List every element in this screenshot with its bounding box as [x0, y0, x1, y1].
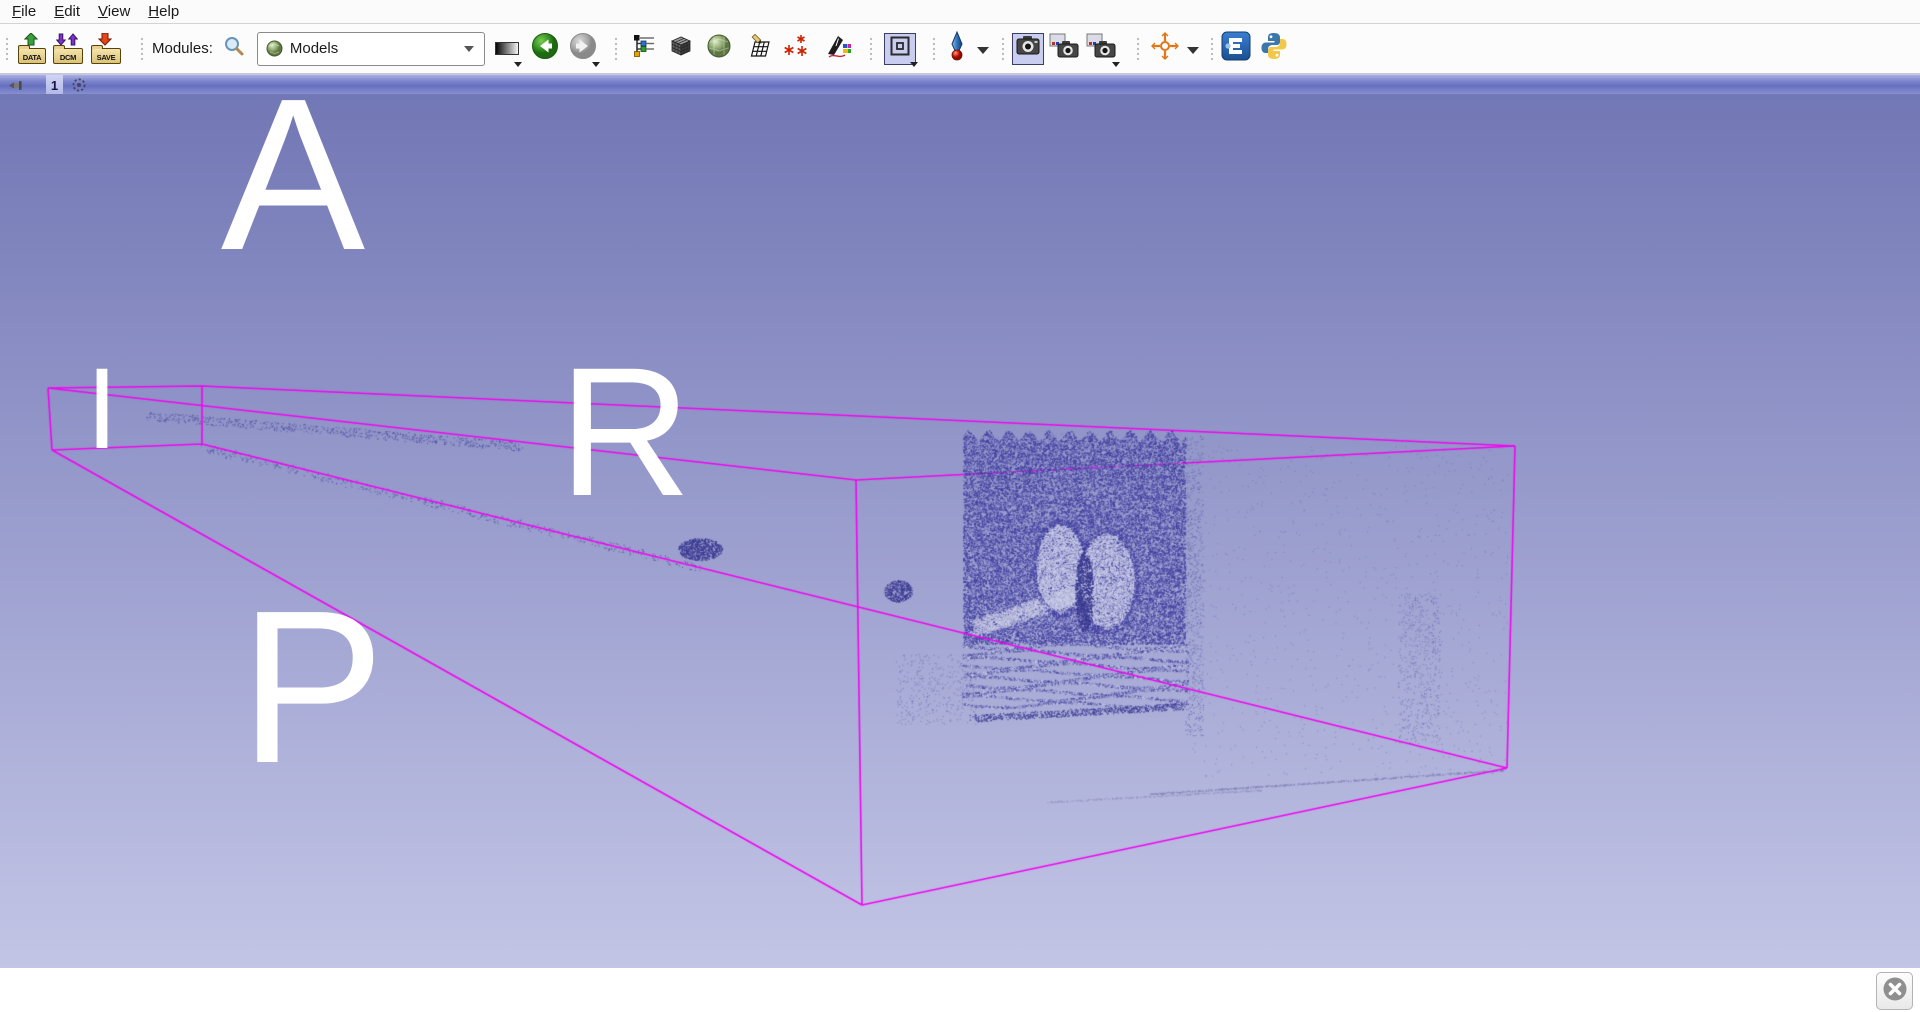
3d-viewport[interactable]: AIRP — [0, 94, 1920, 968]
module-selector-value: Models — [290, 40, 338, 57]
module-search-button[interactable] — [222, 31, 246, 67]
mouse-interaction-mode-button[interactable] — [943, 31, 971, 67]
load-data-button[interactable]: DATA — [16, 33, 46, 65]
menu-help[interactable]: Help — [139, 0, 188, 23]
pin-icon[interactable] — [8, 78, 24, 92]
pen-icon — [825, 33, 851, 64]
crosshair-button[interactable] — [1149, 31, 1181, 67]
status-bar — [0, 968, 1920, 1012]
save-label: SAVE — [92, 53, 120, 62]
upload-arrow-icon — [16, 33, 46, 46]
chevron-down-icon — [910, 62, 918, 67]
dicom-button[interactable]: DCM — [51, 33, 83, 65]
module-history-button[interactable] — [494, 31, 520, 67]
scene-view-camera-icon — [1086, 33, 1116, 64]
toolbar-drag-handle[interactable] — [140, 35, 144, 63]
toolbar-drag-handle[interactable] — [1136, 35, 1140, 63]
markups-button[interactable] — [781, 31, 811, 67]
module-hierarchy-button[interactable] — [629, 31, 659, 67]
back-arrow-icon — [531, 32, 559, 65]
annotations-button[interactable] — [823, 31, 853, 67]
extensions-icon — [1221, 31, 1251, 66]
history-gradient-icon — [495, 42, 519, 55]
scene-view-save-button[interactable] — [1048, 31, 1080, 67]
python-console-button[interactable] — [1258, 31, 1290, 67]
toolbar-drag-handle[interactable] — [614, 35, 618, 63]
menu-file[interactable]: File — [3, 0, 45, 23]
scene-view-restore-button[interactable] — [1084, 31, 1118, 67]
main-toolbar: DATA DCM SAVE Modules: — [0, 24, 1920, 74]
crosshair-icon — [1150, 31, 1180, 66]
load-data-label: DATA — [19, 53, 45, 62]
application-window: File Edit View Help DATA DCM — [0, 0, 1920, 1012]
toolbar-drag-handle[interactable] — [1210, 35, 1214, 63]
chevron-down-icon — [464, 46, 474, 52]
layout-icon — [889, 35, 911, 62]
chevron-down-icon[interactable] — [1187, 47, 1199, 54]
dart-pointer-icon — [945, 31, 969, 66]
module-forward-button[interactable] — [568, 31, 598, 67]
view-controller-bar: 1 — [0, 74, 1920, 95]
volumes-cube-button[interactable] — [665, 31, 697, 67]
menu-view[interactable]: View — [89, 0, 139, 23]
fiducial-stars-icon — [782, 33, 810, 64]
python-icon — [1260, 32, 1288, 65]
close-icon — [1882, 976, 1908, 1007]
download-arrow-icon — [89, 33, 121, 46]
view-gear-icon[interactable] — [71, 77, 87, 93]
search-icon — [223, 35, 245, 62]
transforms-button[interactable] — [745, 31, 775, 67]
camera-icon — [1016, 35, 1040, 62]
layout-selector-button[interactable] — [884, 33, 916, 65]
forward-arrow-icon — [569, 32, 597, 65]
grid-pencil-icon — [747, 34, 772, 64]
chevron-down-icon — [514, 62, 522, 67]
menu-bar: File Edit View Help — [0, 0, 1920, 24]
toolbar-drag-handle[interactable] — [5, 35, 9, 63]
models-sphere-button[interactable] — [703, 31, 735, 67]
screenshot-button[interactable] — [1012, 33, 1044, 65]
dicom-label: DCM — [54, 53, 82, 62]
chevron-down-icon — [1112, 62, 1120, 67]
menu-edit[interactable]: Edit — [45, 0, 89, 23]
cube-icon — [668, 33, 694, 64]
folder-icon: DCM — [53, 48, 83, 64]
save-button[interactable]: SAVE — [89, 33, 121, 65]
folder-icon: DATA — [18, 48, 46, 64]
folder-icon: SAVE — [91, 48, 121, 64]
toolbar-drag-handle[interactable] — [869, 35, 873, 63]
dicom-arrows-icon — [51, 33, 83, 46]
view-label-badge: 1 — [46, 75, 63, 95]
chevron-down-icon[interactable] — [977, 47, 989, 54]
green-sphere-icon — [706, 33, 732, 64]
extensions-manager-button[interactable] — [1220, 31, 1252, 67]
chevron-down-icon — [592, 62, 600, 67]
scene-view-camera-icon — [1049, 33, 1079, 64]
module-selector[interactable]: Models — [257, 32, 485, 66]
models-module-icon — [266, 40, 283, 57]
module-back-button[interactable] — [530, 31, 560, 67]
3d-viewport-canvas[interactable] — [0, 94, 1920, 968]
hierarchy-tree-icon — [632, 34, 656, 63]
toolbar-drag-handle[interactable] — [1001, 35, 1005, 63]
modules-label: Modules: — [152, 40, 213, 57]
toolbar-drag-handle[interactable] — [932, 35, 936, 63]
error-log-close-button[interactable] — [1876, 972, 1913, 1010]
